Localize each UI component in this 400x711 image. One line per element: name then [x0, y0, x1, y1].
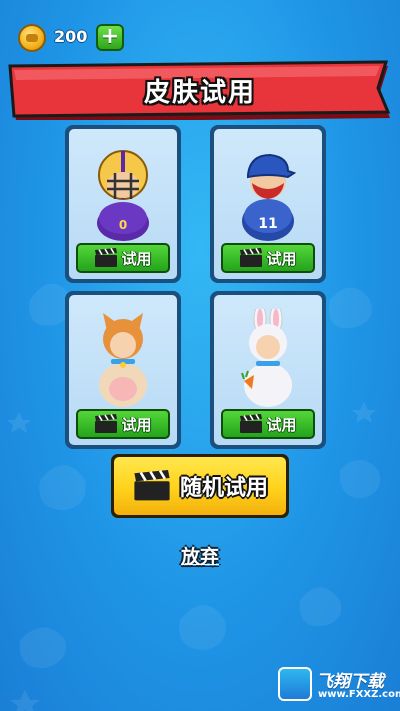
clapperboard-icon	[134, 470, 170, 501]
try-label: 试用	[266, 249, 297, 268]
clapperboard-icon	[240, 414, 263, 433]
svg-text:0: 0	[119, 218, 127, 232]
clapperboard-icon	[95, 248, 118, 267]
clapperboard-icon	[240, 248, 263, 267]
watermark: 飞翔下载 www.FXXZ.com	[278, 665, 400, 705]
title-banner: 皮肤试用	[8, 60, 392, 120]
coin-count: 200	[54, 27, 88, 46]
try-button[interactable]: 试用	[221, 243, 315, 273]
skin-card-baseball-player[interactable]: 11 试用	[210, 125, 326, 283]
cat-costume-character	[99, 313, 147, 407]
skin-card-rabbit-costume[interactable]: 试用	[210, 291, 326, 449]
try-button[interactable]: 试用	[76, 409, 170, 439]
baseball-player-character: 11	[242, 153, 297, 241]
random-try-button[interactable]: 随机试用	[111, 454, 289, 518]
clapperboard-icon	[95, 414, 118, 433]
football-player-character: 0	[97, 150, 149, 241]
skin-card-cat-costume[interactable]: 试用	[65, 291, 181, 449]
svg-text:11: 11	[258, 216, 277, 232]
random-try-label: 随机试用	[179, 476, 268, 501]
watermark-url: www.FXXZ.com	[318, 689, 400, 700]
try-label: 试用	[121, 249, 152, 268]
try-label: 试用	[266, 415, 297, 434]
try-button[interactable]: 试用	[76, 243, 170, 273]
try-label: 试用	[121, 415, 152, 434]
watermark-logo-icon	[278, 667, 312, 701]
rabbit-costume-character	[241, 309, 292, 407]
skin-card-football-player[interactable]: 0 试用	[65, 125, 181, 283]
add-coins-button[interactable]: +	[96, 24, 124, 51]
coin-balance: 200 +	[14, 22, 124, 52]
give-up-link[interactable]: 放弃	[0, 542, 400, 569]
page-title: 皮肤试用	[143, 78, 256, 108]
try-button[interactable]: 试用	[221, 409, 315, 439]
coin-icon	[18, 24, 46, 52]
